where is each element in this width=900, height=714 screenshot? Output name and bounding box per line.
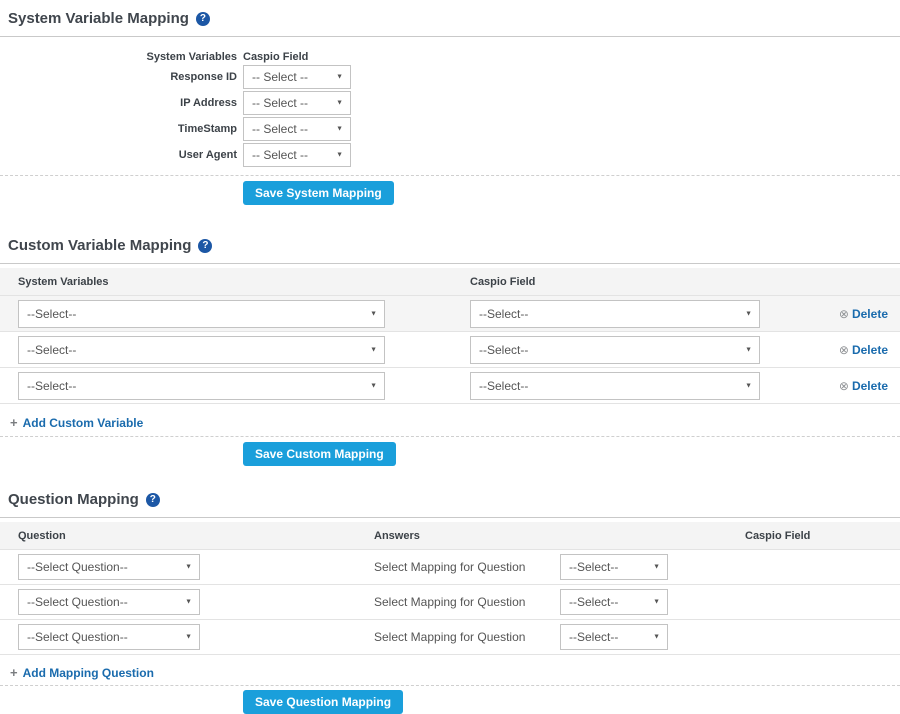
add-custom-variable-link[interactable]: + Add Custom Variable — [10, 415, 143, 430]
save-custom-mapping-button[interactable]: Save Custom Mapping — [243, 442, 396, 466]
answer-mapping-select[interactable]: --Select-- — [560, 589, 668, 615]
table-row: --Select Question-- Select Mapping for Q… — [0, 549, 900, 584]
user-agent-select[interactable]: -- Select -- — [243, 143, 351, 167]
system-mapping-form: System Variables Caspio Field Response I… — [0, 51, 900, 167]
question-mapping-section: Question Mapping ? Question Answers Casp… — [0, 490, 900, 714]
custom-variable-select[interactable]: --Select-- — [18, 336, 385, 364]
system-mapping-title: System Variable Mapping — [8, 9, 189, 28]
table-row: User Agent -- Select -- — [0, 143, 900, 167]
help-icon[interactable]: ? — [196, 12, 210, 26]
delete-link-label: Delete — [852, 343, 888, 357]
ip-address-select[interactable]: -- Select -- — [243, 91, 351, 115]
delete-row-link[interactable]: ⊗Delete — [839, 307, 888, 321]
save-question-mapping-button[interactable]: Save Question Mapping — [243, 690, 403, 714]
system-variables-column-header: System Variables — [0, 51, 237, 63]
plus-icon: + — [10, 665, 18, 680]
caspio-field-column-header: Caspio Field — [470, 276, 782, 288]
answer-mapping-select[interactable]: --Select-- — [560, 624, 668, 650]
question-select[interactable]: --Select Question-- — [18, 554, 200, 580]
add-custom-variable-label: Add Custom Variable — [23, 416, 144, 430]
answer-mapping-select[interactable]: --Select-- — [560, 554, 668, 580]
table-row: --Select Question-- Select Mapping for Q… — [0, 619, 900, 654]
save-system-mapping-button[interactable]: Save System Mapping — [243, 181, 394, 205]
table-row: Response ID -- Select -- — [0, 65, 900, 89]
delete-circle-icon: ⊗ — [839, 379, 849, 393]
caspio-field-select[interactable]: --Select-- — [470, 300, 760, 328]
help-icon[interactable]: ? — [146, 493, 160, 507]
caspio-field-column-header: Caspio Field — [243, 51, 308, 63]
custom-variable-select[interactable]: --Select-- — [18, 300, 385, 328]
custom-variable-mapping-section: Custom Variable Mapping ? System Variabl… — [0, 236, 900, 466]
table-row: TimeStamp -- Select -- — [0, 117, 900, 141]
system-variables-column-header: System Variables — [0, 276, 470, 288]
system-variable-mapping-section: System Variable Mapping ? System Variabl… — [0, 0, 900, 205]
section-divider — [0, 517, 900, 518]
delete-circle-icon: ⊗ — [839, 343, 849, 357]
caspio-field-select[interactable]: --Select-- — [470, 372, 760, 400]
system-mapping-header-row: System Variables Caspio Field — [0, 51, 900, 63]
answers-column-header: Answers — [374, 530, 730, 542]
question-mapping-header-row: Question Answers Caspio Field — [0, 522, 900, 549]
table-row: --Select-- --Select-- ⊗Delete — [0, 331, 900, 367]
plus-icon: + — [10, 415, 18, 430]
mapping-settings-page: System Variable Mapping ? System Variabl… — [0, 0, 900, 714]
table-row: --Select Question-- Select Mapping for Q… — [0, 584, 900, 619]
delete-link-label: Delete — [852, 307, 888, 321]
dashed-divider — [0, 175, 900, 176]
caspio-field-column-header: Caspio Field — [730, 530, 900, 542]
question-select[interactable]: --Select Question-- — [18, 624, 200, 650]
ip-address-label: IP Address — [0, 97, 237, 109]
section-divider — [0, 36, 900, 37]
table-row: IP Address -- Select -- — [0, 91, 900, 115]
delete-row-link[interactable]: ⊗Delete — [839, 379, 888, 393]
mapping-instruction-text: Select Mapping for Question — [374, 595, 560, 609]
user-agent-label: User Agent — [0, 149, 237, 161]
help-icon[interactable]: ? — [198, 239, 212, 253]
custom-mapping-title: Custom Variable Mapping — [8, 236, 191, 255]
timestamp-label: TimeStamp — [0, 123, 237, 135]
question-select[interactable]: --Select Question-- — [18, 589, 200, 615]
mapping-instruction-text: Select Mapping for Question — [374, 630, 560, 644]
question-mapping-title: Question Mapping — [8, 490, 139, 509]
custom-mapping-table: System Variables Caspio Field --Select--… — [0, 268, 900, 404]
dashed-divider — [0, 436, 900, 437]
timestamp-select[interactable]: -- Select -- — [243, 117, 351, 141]
section-divider — [0, 263, 900, 264]
delete-link-label: Delete — [852, 379, 888, 393]
dashed-divider — [0, 685, 900, 686]
table-row: --Select-- --Select-- ⊗Delete — [0, 295, 900, 331]
question-column-header: Question — [0, 530, 374, 542]
table-row: --Select-- --Select-- ⊗Delete — [0, 367, 900, 403]
response-id-select[interactable]: -- Select -- — [243, 65, 351, 89]
question-mapping-table: Question Answers Caspio Field --Select Q… — [0, 522, 900, 655]
custom-variable-select[interactable]: --Select-- — [18, 372, 385, 400]
response-id-label: Response ID — [0, 71, 237, 83]
add-mapping-question-link[interactable]: + Add Mapping Question — [10, 665, 154, 680]
delete-row-link[interactable]: ⊗Delete — [839, 343, 888, 357]
custom-mapping-header-row: System Variables Caspio Field — [0, 268, 900, 295]
add-mapping-question-label: Add Mapping Question — [23, 666, 154, 680]
mapping-instruction-text: Select Mapping for Question — [374, 560, 560, 574]
delete-circle-icon: ⊗ — [839, 307, 849, 321]
caspio-field-select[interactable]: --Select-- — [470, 336, 760, 364]
